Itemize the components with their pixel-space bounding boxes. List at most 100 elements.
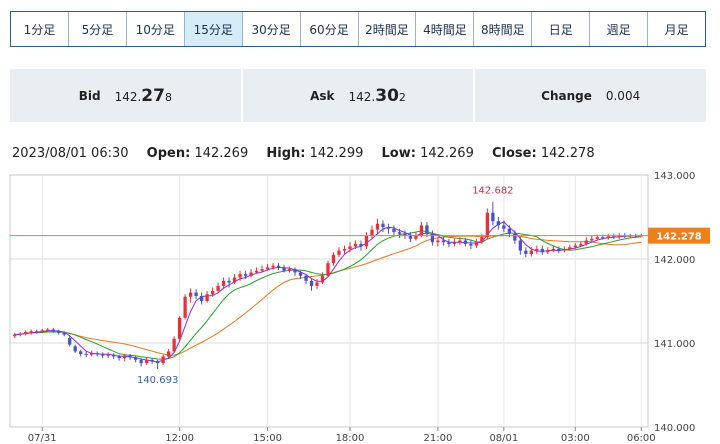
candle-body [51,329,55,332]
candle-body [155,361,160,364]
candle-body [436,240,440,243]
tab-timeframe-0[interactable]: 1分足 [11,12,69,46]
candle-body [210,290,215,295]
candle-body [282,267,286,271]
candle-body [425,225,429,234]
low-label: Low: [381,146,416,161]
candle-body [452,242,457,244]
candle-body [562,248,566,251]
candle-body [188,292,193,297]
candle-body [106,354,110,356]
candle-body [320,275,325,283]
y-tick-label: 142.000 [654,255,695,266]
candle-body [540,248,544,253]
x-tick-label: 03:00 [561,433,590,444]
candle-body [260,269,264,271]
tab-timeframe-9[interactable]: 日足 [532,12,591,46]
candle-body [249,272,253,276]
candle-body [447,242,451,244]
candle-body [392,228,396,233]
x-tick-label: 06:00 [627,433,656,444]
candle-body [458,240,462,243]
open-label: Open: [146,146,191,161]
candle-body [419,225,424,236]
candle-body [463,240,468,244]
close-label: Close: [492,146,537,161]
candle-body [304,275,308,281]
candle-body [139,359,143,364]
tab-timeframe-5[interactable]: 60分足 [300,12,359,46]
candle-body [298,272,303,276]
candle-body [166,351,171,357]
candle-body [62,332,66,335]
candle-body [601,237,605,239]
y-tick-label: 140.000 [654,423,695,434]
candle-body [183,296,187,318]
candle-body [315,282,319,286]
candle-body [117,356,121,359]
tab-timeframe-10[interactable]: 週足 [590,12,649,46]
candle-body [205,294,209,301]
candle-body [579,243,583,246]
candle-body [441,240,446,243]
candle-body [331,254,336,264]
candle-body [216,285,220,291]
candle-body [524,250,528,254]
candle-body [254,270,259,273]
tab-timeframe-6[interactable]: 2時間足 [358,12,417,46]
change-value: 0.004 [605,88,641,103]
candle-body [513,233,517,241]
price-chart[interactable]: 143.000 142.000 141.000 140.000 07/31 12:00 15… [0,165,720,444]
candle-body [18,333,22,335]
candle-body [590,238,594,241]
low-annotation: 140.693 [137,375,178,386]
x-tick-label: 15:00 [253,433,282,444]
candle-body [612,236,616,238]
tab-timeframe-7[interactable]: 4時間足 [416,12,475,46]
candle-body [265,267,270,270]
low-value: 142.269 [420,146,474,161]
tab-timeframe-8[interactable]: 8時間足 [474,12,533,46]
candle-body [370,229,374,236]
bid-box: Bid 142.278 [10,69,243,122]
bid-value: 142.278 [114,85,172,106]
candle-body [35,331,39,333]
high-annotation: 142.682 [472,186,513,197]
x-tick-label: 08/01 [489,433,518,444]
change-box: Change 0.004 [475,69,707,122]
x-tick-label: 12:00 [165,433,194,444]
candle-body [287,269,292,271]
candle-body [161,356,165,364]
candle-body [430,233,435,243]
candle-body [546,250,550,253]
candle-body [57,331,61,333]
candle-body [568,247,572,249]
tab-timeframe-4[interactable]: 30分足 [242,12,301,46]
candle-body [123,355,127,359]
x-tick-label: 18:00 [336,433,365,444]
candle-body [238,274,242,278]
tab-timeframe-2[interactable]: 10分足 [126,12,185,46]
candle-body [101,353,105,356]
candle-body [13,334,17,337]
candle-body [309,280,314,286]
tab-timeframe-3[interactable]: 15分足 [184,12,243,46]
candle-body [227,280,231,283]
candle-body [337,250,341,255]
candle-body [40,330,44,333]
x-tick-label: 07/31 [28,433,57,444]
candle-body [46,329,50,331]
candle-body [518,240,522,251]
ask-box: Ask 142.302 [242,69,476,122]
candle-body [485,212,490,238]
candle-body [375,223,380,230]
high-value: 142.299 [309,146,364,161]
ask-value: 142.302 [348,85,406,106]
candle-body [194,292,198,296]
candle-body [491,212,495,222]
current-price-label: 142.278 [656,232,702,243]
candle-body [557,248,561,251]
tab-timeframe-1[interactable]: 5分足 [68,12,127,46]
tab-timeframe-11[interactable]: 月足 [648,12,706,46]
candle-body [150,359,154,362]
